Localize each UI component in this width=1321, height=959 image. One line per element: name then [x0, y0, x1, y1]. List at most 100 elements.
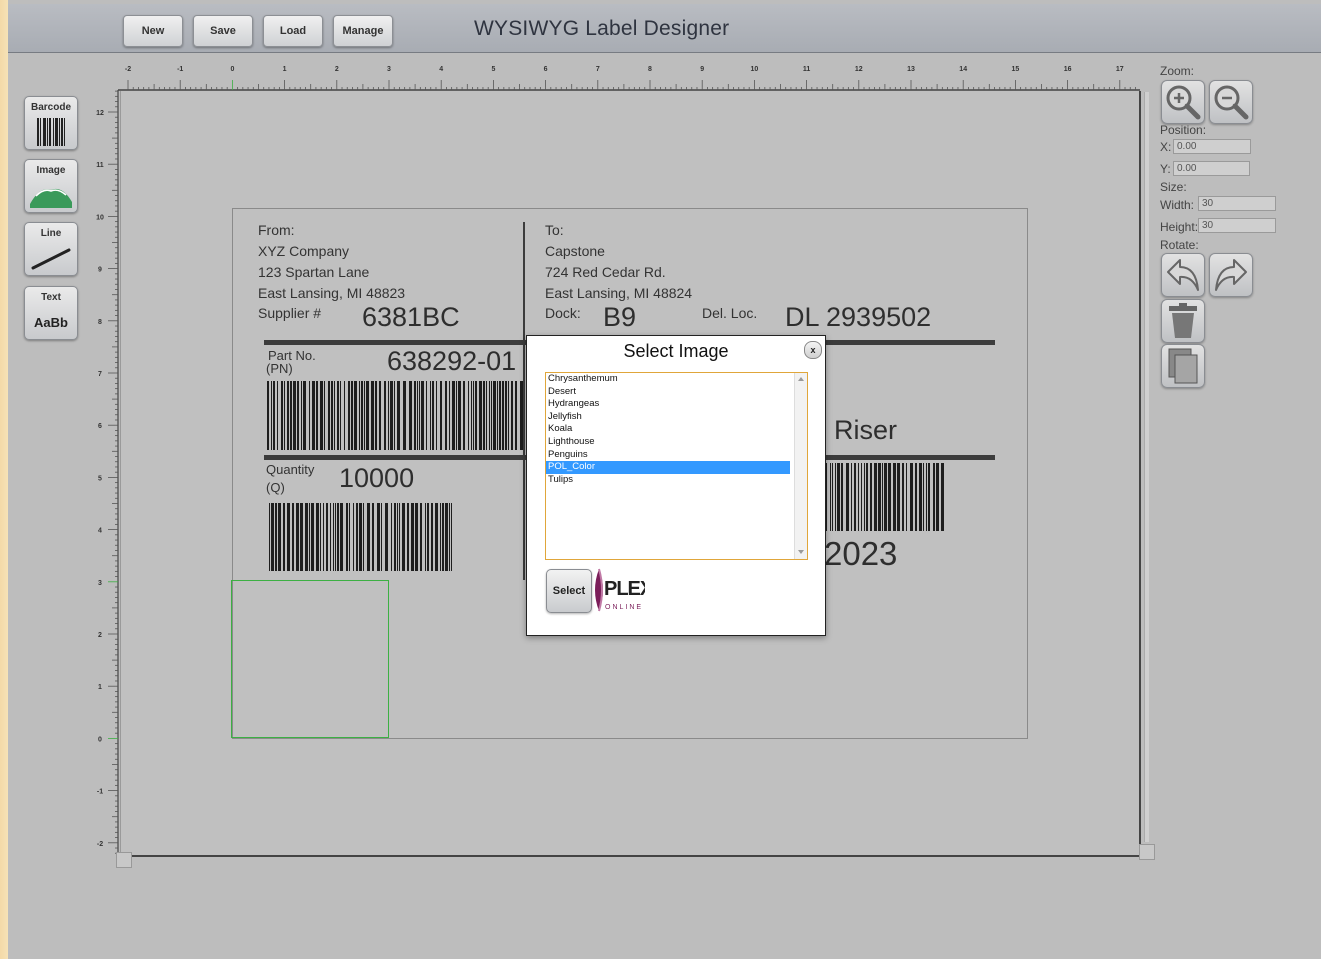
- list-item[interactable]: Lighthouse: [546, 436, 790, 449]
- zoom-in-button[interactable]: [1161, 80, 1205, 124]
- text-tool-button[interactable]: Text AaBb: [24, 286, 78, 340]
- barcode-bar: [489, 381, 490, 450]
- image-icon: [25, 180, 77, 210]
- barcode-bar: [499, 381, 501, 450]
- barcode-bar: [328, 381, 330, 450]
- del-loc-label: Del. Loc.: [702, 305, 758, 321]
- barcode-bar: [456, 381, 457, 450]
- description-value: Riser: [834, 415, 898, 445]
- zoom-in-icon: [1166, 85, 1201, 120]
- ruler-left-label: 1: [98, 684, 102, 691]
- barcode-bar: [411, 503, 414, 571]
- list-item[interactable]: Jellyfish: [546, 411, 790, 424]
- barcode-bar: [337, 381, 339, 450]
- barcode-bar: [858, 463, 859, 531]
- image-tool-label: Image: [36, 165, 66, 176]
- barcode-bar: [333, 503, 334, 571]
- width-input[interactable]: [1198, 196, 1276, 211]
- barcode-bar: [449, 381, 450, 450]
- barcode-bar: [371, 381, 374, 450]
- image-tool-button[interactable]: Image: [24, 159, 78, 213]
- barcode-bar: [436, 381, 437, 450]
- list-item[interactable]: POL_Color: [546, 461, 790, 474]
- list-item[interactable]: Tulips: [546, 474, 790, 487]
- zoom-out-icon: [1214, 85, 1249, 120]
- barcode-bar: [870, 463, 872, 531]
- barcode-bar: [902, 463, 904, 531]
- dialog-close-button[interactable]: x: [804, 341, 822, 359]
- list-item[interactable]: Hydrangeas: [546, 398, 790, 411]
- y-position-input[interactable]: [1173, 161, 1250, 176]
- barcode-bar: [320, 503, 321, 571]
- ruler-top-label: 1: [283, 66, 287, 73]
- list-item[interactable]: Chrysanthemum: [546, 373, 790, 386]
- canvas-resize-handle-right[interactable]: [1139, 844, 1155, 860]
- barcode-bar: [397, 503, 398, 571]
- ruler-top-label: -1: [177, 66, 183, 73]
- rotate-right-button[interactable]: [1209, 253, 1253, 297]
- barcode-bar: [403, 381, 406, 450]
- barcode-tool-button[interactable]: Barcode: [24, 96, 78, 150]
- barcode-bar: [320, 381, 323, 450]
- vertical-ruler: 1211109876543210-1-2: [96, 90, 119, 855]
- canvas-vertical-scrollbar[interactable]: [1144, 92, 1149, 842]
- barcode-bar: [334, 381, 335, 450]
- barcode-bar: [300, 503, 303, 571]
- rotate-left-button[interactable]: [1161, 253, 1205, 297]
- barcode-bar: [445, 381, 447, 450]
- barcode-bar: [326, 503, 328, 571]
- text-sample: AaBb: [34, 314, 68, 330]
- load-button[interactable]: Load: [263, 15, 323, 47]
- to-header: To:: [545, 222, 564, 238]
- scroll-down-icon: [798, 550, 804, 554]
- save-button[interactable]: Save: [193, 15, 253, 47]
- barcode-bar: [293, 381, 296, 450]
- manage-button[interactable]: Manage: [333, 15, 393, 47]
- y-label: Y:: [1160, 162, 1171, 176]
- zoom-out-button[interactable]: [1209, 80, 1253, 124]
- barcode-bar: [832, 463, 833, 531]
- height-input[interactable]: [1198, 218, 1276, 233]
- barcode-bar: [468, 381, 469, 450]
- canvas-resize-handle-left[interactable]: [116, 852, 132, 868]
- plex-online-logo: PLEX ONLINE: [593, 567, 655, 613]
- barcode-bar: [420, 503, 422, 571]
- barcode-bar: [505, 381, 507, 450]
- barcode-bar: [366, 381, 369, 450]
- list-scrollbar[interactable]: [794, 373, 807, 559]
- line-tool-label: Line: [40, 228, 62, 239]
- delete-button[interactable]: [1161, 299, 1205, 343]
- ruler-top-label: 13: [907, 66, 915, 73]
- barcode-bar: [391, 503, 392, 571]
- barcode-bar: [303, 381, 306, 450]
- barcode-bar: [348, 381, 350, 450]
- height-label: Height:: [1160, 220, 1199, 234]
- list-item[interactable]: Desert: [546, 386, 790, 399]
- select-button[interactable]: Select: [546, 569, 592, 613]
- selected-element-box[interactable]: [231, 580, 389, 738]
- ruler-left-label: 6: [98, 423, 102, 430]
- barcode-bar: [432, 381, 434, 450]
- barcode-bar: [915, 463, 917, 531]
- image-list[interactable]: Chrysanthemum Desert Hydrangeas Jellyfis…: [545, 372, 808, 560]
- new-button[interactable]: New: [123, 15, 183, 47]
- ruler-top-label: 3: [387, 66, 391, 73]
- copy-button[interactable]: [1161, 344, 1205, 388]
- list-item[interactable]: Penguins: [546, 449, 790, 462]
- barcode-bar: [893, 463, 896, 531]
- rotate-label: Rotate:: [1160, 238, 1199, 252]
- ruler-left-label: 0: [98, 736, 102, 743]
- barcode-bar: [273, 381, 275, 450]
- barcode-bar: [866, 463, 868, 531]
- barcode-bar: [430, 381, 431, 450]
- barcode-bar: [397, 381, 400, 450]
- x-position-input[interactable]: [1173, 139, 1251, 154]
- barcode-bar: [936, 463, 939, 531]
- svg-text:PLEX: PLEX: [604, 578, 645, 600]
- ruler-top-label: 12: [855, 66, 863, 73]
- list-item[interactable]: Koala: [546, 423, 790, 436]
- line-icon: [25, 243, 77, 273]
- line-tool-button[interactable]: Line: [24, 222, 78, 276]
- part-value: 638292-01: [387, 346, 517, 376]
- size-label: Size:: [1160, 180, 1187, 194]
